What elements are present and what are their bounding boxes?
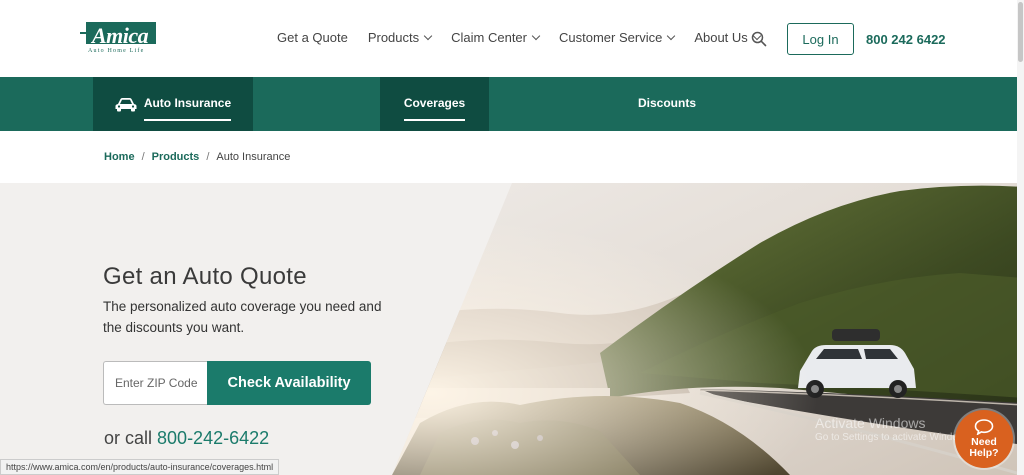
chat-bubble-icon [974,419,994,435]
amica-logo[interactable]: Amica Auto Home Life [80,18,160,58]
nav-about-us[interactable]: About Us [694,30,762,45]
watermark-subtitle: Go to Settings to activate Windows. [815,432,973,443]
product-subnav: Auto Insurance Coverages Discounts [0,77,1024,131]
subnav-label: Discounts [637,96,696,110]
breadcrumb-home[interactable]: Home [104,151,135,163]
nav-claim-center[interactable]: Claim Center [451,30,541,45]
nav-label: Products [367,30,420,45]
call-phone-link[interactable]: 800-242-6422 [157,428,269,448]
breadcrumb-separator: / [206,151,210,163]
breadcrumb-current: Auto Insurance [216,151,291,163]
breadcrumb: Home / Products / Auto Insurance [104,151,290,163]
need-help-chat-button[interactable]: Need Help? [955,410,1013,468]
site-header: Amica Auto Home Life Get a Quote Product… [0,0,1024,77]
chevron-down-icon [667,31,676,41]
logo-tagline: Auto Home Life [88,48,145,54]
nav-get-a-quote[interactable]: Get a Quote [277,30,348,45]
watermark-title: Activate Windows [815,415,926,431]
chevron-down-icon [423,31,433,41]
hero-title: Get an Auto Quote [103,263,307,290]
nav-label: Get a Quote [277,30,348,45]
breadcrumb-products[interactable]: Products [152,151,200,163]
car-icon [115,98,137,112]
subnav-auto-insurance[interactable]: Auto Insurance [93,77,253,131]
zip-form: Check Availability [103,361,371,405]
scrollbar-thumb[interactable] [1018,2,1023,62]
nav-label: Claim Center [451,30,527,45]
page-scrollbar[interactable] [1017,0,1024,475]
hero-subtitle: The personalized auto coverage you need … [103,299,382,335]
nav-label: About Us [694,30,748,45]
or-call-text: or call 800-242-6422 [104,428,269,449]
nav-products[interactable]: Products [367,30,433,45]
zip-code-input[interactable] [103,361,207,405]
nav-customer-service[interactable]: Customer Service [559,30,676,45]
subnav-label: Coverages [403,96,466,121]
chevron-down-icon [531,31,541,41]
nav-label: Customer Service [559,30,663,45]
subnav-label: Auto Insurance [143,96,232,121]
or-call-prefix: or call [104,428,153,448]
browser-status-bar: https://www.amica.com/en/products/auto-i… [0,459,280,475]
header-phone-link[interactable]: 800 242 6422 [866,32,946,47]
subnav-coverages[interactable]: Coverages [380,77,489,131]
logo-wordmark: Amica [92,23,149,48]
activate-windows-watermark: Activate Windows Go to Settings to activ… [815,415,973,443]
check-availability-button[interactable]: Check Availability [207,361,371,405]
breadcrumb-separator: / [141,151,145,163]
search-icon[interactable] [751,31,767,47]
login-button[interactable]: Log In [787,23,854,55]
need-help-label: Need Help? [969,437,998,459]
subnav-discounts[interactable]: Discounts [612,77,722,131]
need-help-line2: Help? [969,447,999,459]
main-nav: Get a Quote Products Claim Center Custom… [277,30,780,45]
logo-box: Amica [86,22,156,48]
